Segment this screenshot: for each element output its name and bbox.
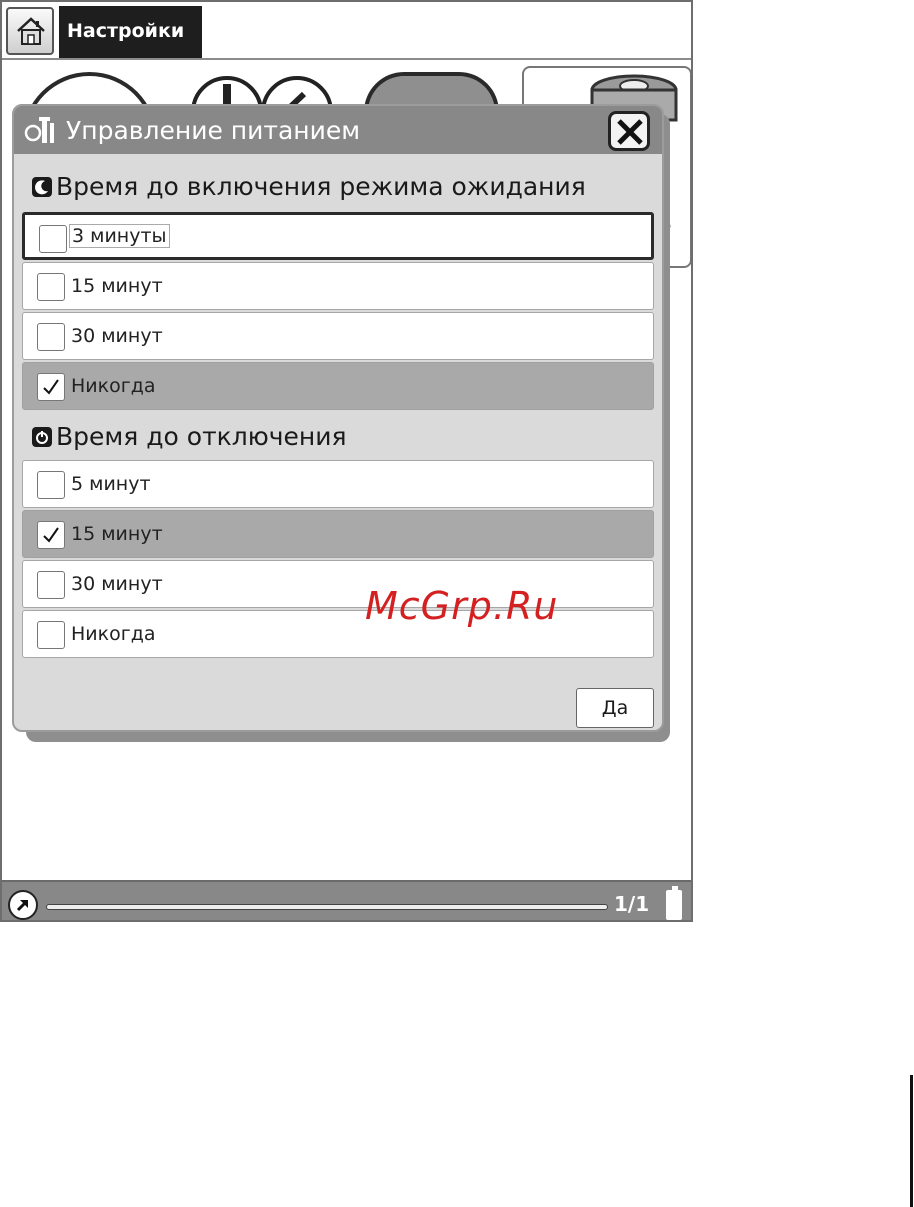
checkbox-checked[interactable] <box>37 521 65 549</box>
reader-screen: Настройки e Управление питанием <box>0 0 693 922</box>
option-label: 5 минут <box>71 473 151 495</box>
close-button[interactable] <box>608 111 650 151</box>
option-label: Никогда <box>71 623 156 645</box>
option-standby-15-min[interactable]: 15 минут <box>22 262 654 310</box>
back-arrow-icon <box>16 899 29 912</box>
power-management-dialog: Управление питанием Время до включения р… <box>12 104 664 732</box>
option-shutdown-never[interactable]: Никогда <box>22 610 654 658</box>
checkbox[interactable] <box>37 273 65 301</box>
home-button[interactable] <box>6 7 54 55</box>
checkbox-checked[interactable] <box>37 373 65 401</box>
option-shutdown-30-min[interactable]: 30 минут <box>22 560 654 608</box>
option-label: Никогда <box>71 375 156 397</box>
power-off-icon <box>32 427 52 447</box>
home-icon <box>17 17 45 45</box>
back-button[interactable] <box>8 890 38 920</box>
dialog-header: Управление питанием <box>14 106 662 154</box>
power-tools-icon <box>24 117 54 143</box>
option-standby-never[interactable]: Никогда <box>22 362 654 410</box>
option-label: 30 минут <box>71 573 163 595</box>
dialog-title: Управление питанием <box>66 116 361 145</box>
section-shutdown-timeout: Время до отключения <box>32 422 347 451</box>
section-title: Время до включения режима ожидания <box>56 172 586 201</box>
sleep-moon-icon <box>32 177 52 197</box>
section-standby-timeout: Время до включения режима ожидания <box>32 172 586 201</box>
top-bar: Настройки <box>2 2 691 60</box>
option-label: 15 минут <box>71 275 163 297</box>
section-title: Время до отключения <box>56 422 347 451</box>
page-indicator: 1/1 <box>614 892 650 916</box>
page-progress-bar[interactable] <box>46 904 608 910</box>
option-label: 3 минуты <box>69 224 170 248</box>
checkmark-icon <box>43 379 59 395</box>
checkmark-icon <box>43 527 59 543</box>
option-shutdown-5-min[interactable]: 5 минут <box>22 460 654 508</box>
option-shutdown-15-min[interactable]: 15 минут <box>22 510 654 558</box>
checkbox[interactable] <box>37 621 65 649</box>
option-label: 15 минут <box>71 523 163 545</box>
option-standby-30-min[interactable]: 30 минут <box>22 312 654 360</box>
checkbox[interactable] <box>37 571 65 599</box>
checkbox[interactable] <box>39 225 67 253</box>
watermark: McGrp.Ru <box>365 584 559 628</box>
close-icon <box>617 119 643 145</box>
checkbox[interactable] <box>37 323 65 351</box>
ok-button[interactable]: Да <box>576 688 654 728</box>
option-label: 30 минут <box>71 325 163 347</box>
tab-settings[interactable]: Настройки <box>59 6 202 58</box>
page-edge-line <box>910 1075 913 1207</box>
battery-icon <box>666 886 682 920</box>
checkbox[interactable] <box>37 471 65 499</box>
status-bar: 1/1 <box>2 880 691 920</box>
option-standby-3-min[interactable]: 3 минуты <box>22 212 654 260</box>
